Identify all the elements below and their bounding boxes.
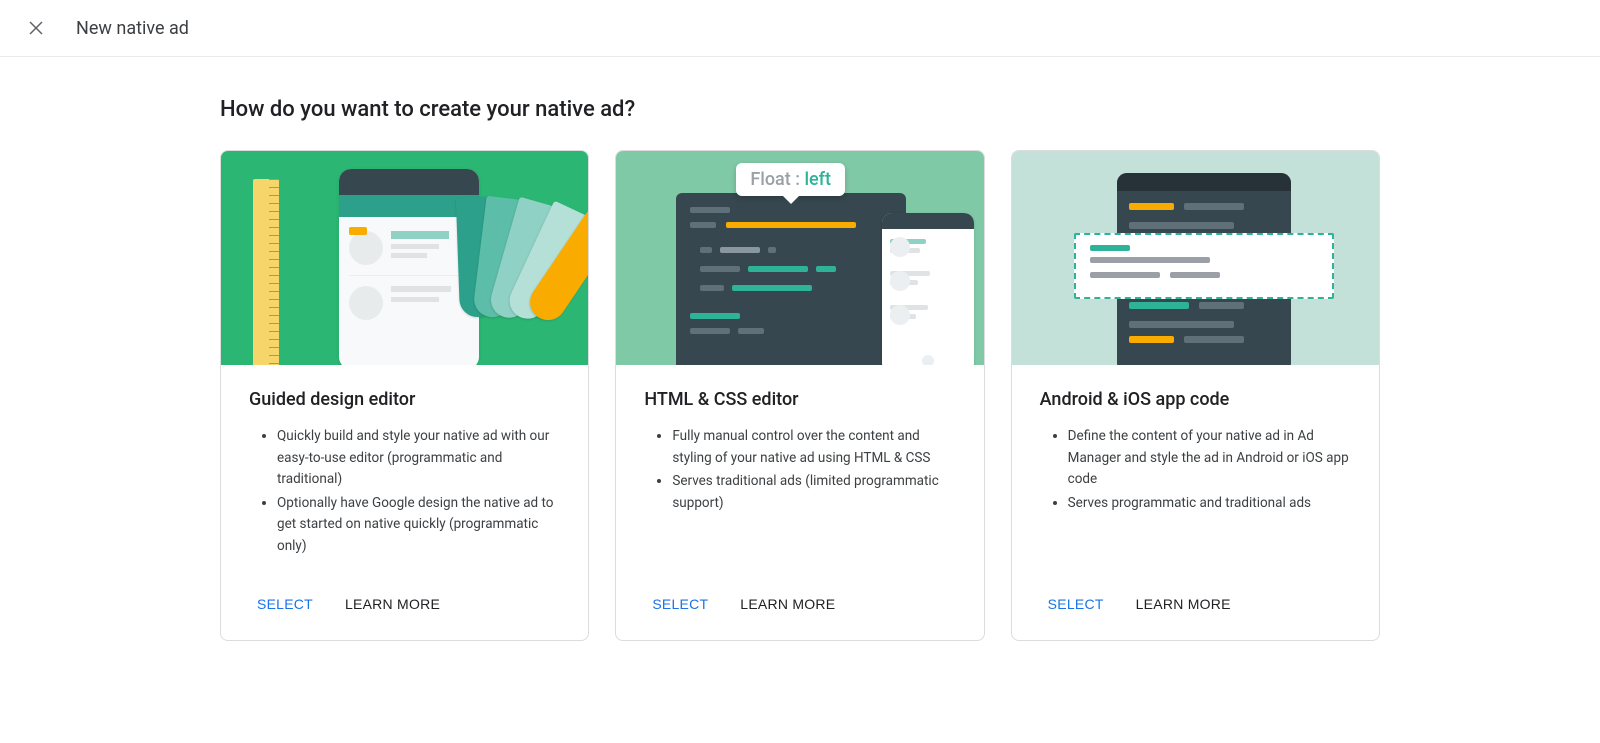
close-icon <box>27 19 45 37</box>
card-title: HTML & CSS editor <box>644 389 955 410</box>
card-app-code: Android & iOS app code Define the conten… <box>1011 150 1380 641</box>
bullet-item: Define the content of your native ad in … <box>1068 426 1351 491</box>
select-button[interactable]: SELECT <box>1040 588 1112 620</box>
learn-more-button[interactable]: LEARN MORE <box>1128 588 1239 620</box>
illustration-guided-design <box>221 151 588 365</box>
bullet-item: Optionally have Google design the native… <box>277 493 560 558</box>
bullet-item: Fully manual control over the content an… <box>672 426 955 469</box>
select-button[interactable]: SELECT <box>249 588 321 620</box>
learn-more-button[interactable]: LEARN MORE <box>732 588 843 620</box>
illustration-html-css: Float : left <box>616 151 983 365</box>
card-bullets: Fully manual control over the content an… <box>644 426 955 560</box>
bullet-item: Serves traditional ads (limited programm… <box>672 471 955 514</box>
card-title: Guided design editor <box>249 389 560 410</box>
card-html-css: Float : left <box>615 150 984 641</box>
card-bullets: Quickly build and style your native ad w… <box>249 426 560 560</box>
illustration-app-code <box>1012 151 1379 365</box>
card-guided-design: Guided design editor Quickly build and s… <box>220 150 589 641</box>
css-tooltip: Float : left <box>736 163 845 196</box>
bullet-item: Quickly build and style your native ad w… <box>277 426 560 491</box>
learn-more-button[interactable]: LEARN MORE <box>337 588 448 620</box>
close-button[interactable] <box>24 16 48 40</box>
bullet-item: Serves programmatic and traditional ads <box>1068 493 1351 515</box>
card-bullets: Define the content of your native ad in … <box>1040 426 1351 560</box>
main-content: How do you want to create your native ad… <box>200 57 1400 681</box>
page-header: New native ad <box>0 0 1600 57</box>
cards-container: Guided design editor Quickly build and s… <box>220 150 1380 641</box>
page-title: New native ad <box>76 18 189 39</box>
select-button[interactable]: SELECT <box>644 588 716 620</box>
card-title: Android & iOS app code <box>1040 389 1351 410</box>
question-heading: How do you want to create your native ad… <box>220 97 1380 122</box>
